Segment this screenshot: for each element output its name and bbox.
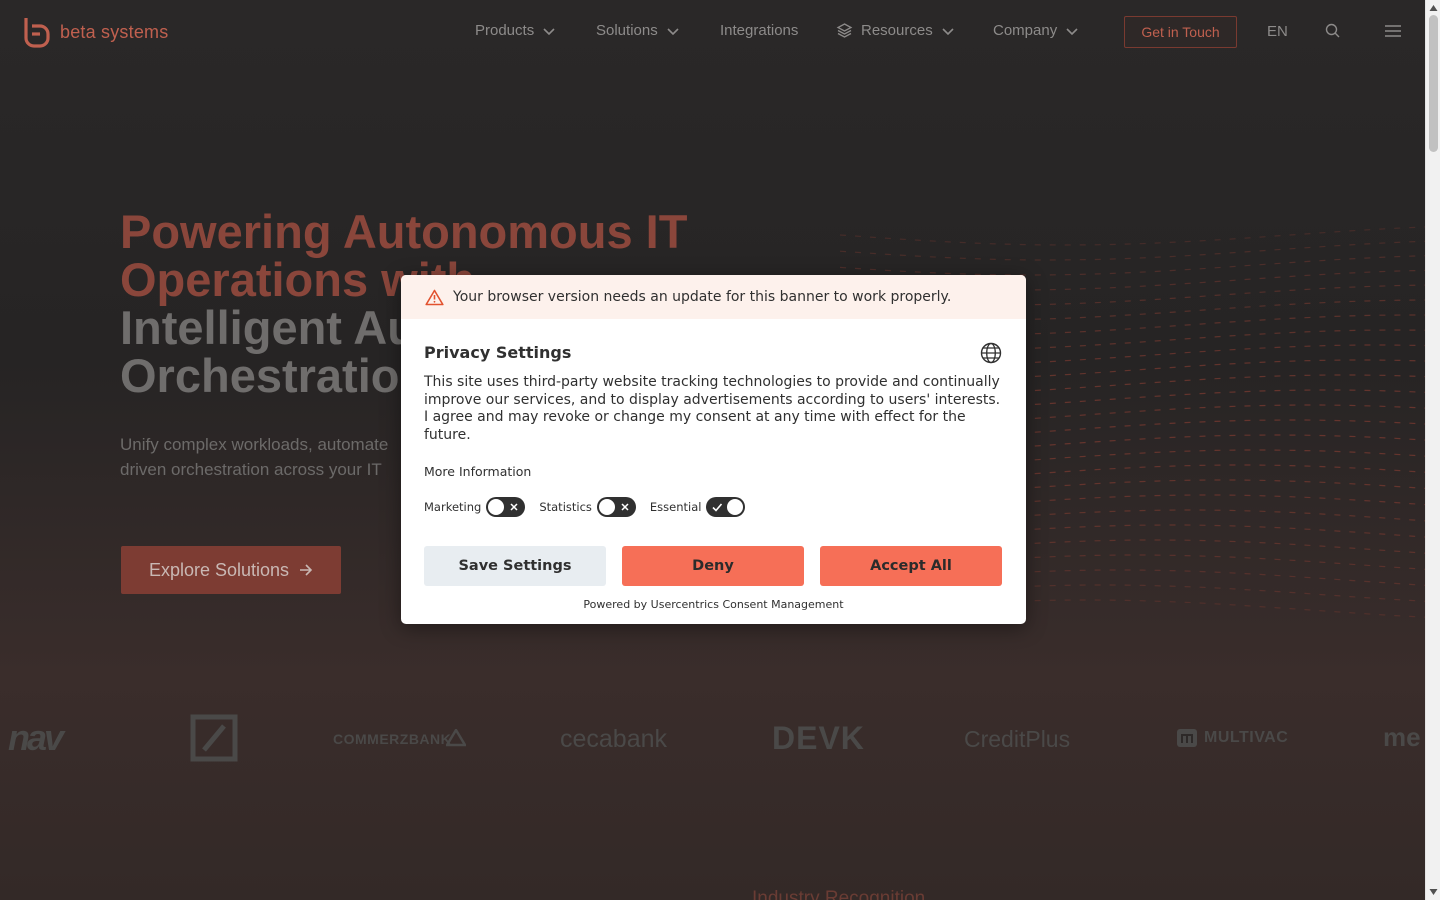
dialog-title: Privacy Settings <box>424 343 572 362</box>
toggle-knob <box>488 499 505 515</box>
client-logo-deutsche-bank <box>190 714 238 762</box>
toggle-knob <box>598 499 615 515</box>
close-icon <box>621 503 629 511</box>
dialog-description: This site uses third-party website track… <box>424 374 1001 443</box>
client-logo-multivac: MULTIVAC <box>1204 729 1289 746</box>
logo[interactable]: beta systems <box>22 16 168 48</box>
statistics-toggle[interactable] <box>596 497 636 517</box>
nav-resources[interactable]: Resources <box>836 22 955 39</box>
chevron-down-icon <box>667 27 679 35</box>
language-selector[interactable]: EN <box>1267 23 1288 40</box>
wave-line <box>840 240 1425 261</box>
nav-resources-label: Resources <box>861 22 933 39</box>
nav-solutions[interactable]: Solutions <box>596 22 680 39</box>
toggle-knob <box>727 499 744 515</box>
deny-button[interactable]: Deny <box>622 546 804 586</box>
chevron-down-icon <box>942 27 954 35</box>
wave-line <box>840 255 1425 276</box>
layers-icon <box>836 23 853 38</box>
arrow-right-icon <box>300 564 313 576</box>
essential-toggle[interactable] <box>706 497 746 517</box>
powered-by-link[interactable]: Powered by Usercentrics Consent Manageme… <box>401 598 1026 611</box>
client-logo-nav: nav <box>8 717 64 758</box>
nav-company-label: Company <box>993 22 1058 39</box>
privacy-settings-dialog: Your browser version needs an update for… <box>401 275 1026 624</box>
nav-solutions-label: Solutions <box>596 22 658 39</box>
accept-all-button[interactable]: Accept All <box>820 546 1002 586</box>
client-logo-partial: me <box>1383 722 1421 752</box>
globe-language-icon[interactable] <box>980 342 1002 364</box>
explore-solutions-button[interactable]: Explore Solutions <box>121 546 341 594</box>
nav-integrations-label: Integrations <box>720 22 799 39</box>
search-icon[interactable] <box>1324 22 1342 40</box>
client-logo-devk: DEVK <box>772 720 865 756</box>
scroll-down-arrow-icon[interactable] <box>1429 888 1438 896</box>
scrollbar-thumb[interactable] <box>1429 15 1438 152</box>
close-icon <box>510 503 518 511</box>
client-logos: nav COMMERZBANK cecabank DEVK CreditPlus… <box>0 705 1425 775</box>
chevron-down-icon <box>543 27 555 35</box>
multivac-logo-icon <box>1177 729 1197 747</box>
wave-line <box>840 226 1425 246</box>
browser-warning-banner: Your browser version needs an update for… <box>401 275 1026 319</box>
warning-icon <box>425 289 444 305</box>
toggle-label-statistics: Statistics <box>539 500 592 514</box>
industry-recognition-heading: Industry Recognition <box>752 888 926 900</box>
chevron-down-icon <box>1066 27 1078 35</box>
toggle-label-essential: Essential <box>649 500 702 514</box>
commerzbank-ribbon-icon <box>446 729 466 747</box>
menu-icon[interactable] <box>1384 22 1402 40</box>
scroll-up-arrow-icon[interactable] <box>1429 4 1438 12</box>
nav-company[interactable]: Company <box>993 22 1079 39</box>
toggle-label-marketing: Marketing <box>424 500 482 514</box>
client-logo-creditplus: CreditPlus <box>964 726 1071 752</box>
vertical-scrollbar[interactable] <box>1425 0 1440 900</box>
hero-title-line: Powering Autonomous IT <box>120 205 688 258</box>
nav-integrations[interactable]: Integrations <box>720 22 798 39</box>
explore-solutions-label: Explore Solutions <box>148 559 290 580</box>
beta-systems-logo-icon <box>24 18 50 48</box>
client-logo-commerzbank: COMMERZBANK <box>333 731 452 747</box>
get-in-touch-button[interactable]: Get in Touch <box>1124 16 1237 48</box>
browser-warning-text: Your browser version needs an update for… <box>453 289 952 305</box>
save-settings-button[interactable]: Save Settings <box>424 546 606 586</box>
site-header: beta systems Products Solutions Integrat… <box>0 0 1425 62</box>
nav-products[interactable]: Products <box>475 22 556 39</box>
more-information-link[interactable]: More Information <box>424 464 531 479</box>
check-icon <box>712 503 723 512</box>
nav-products-label: Products <box>475 22 535 39</box>
marketing-toggle[interactable] <box>486 497 526 517</box>
logo-text: beta systems <box>60 21 169 42</box>
client-logo-cecabank: cecabank <box>560 725 668 753</box>
consent-toggles: Marketing Statistics Essential <box>424 497 759 517</box>
